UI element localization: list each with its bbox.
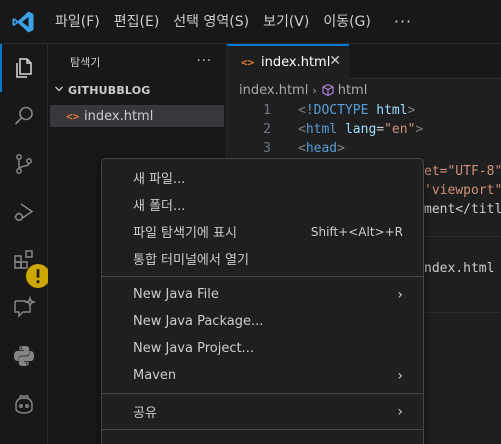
menu-separator [102,429,423,430]
chevron-right-icon: › [397,403,403,420]
menu-item-label: 새 파일... [133,172,186,187]
code-token: > [337,141,345,156]
sidebar-more-icon[interactable]: ··· [197,54,212,69]
context-menu-item[interactable]: 공유 › [102,398,423,425]
tab-index-html[interactable]: <> index.html ✕ [227,44,349,79]
sidebar-title: 탐색기 [70,55,101,69]
code-token: lang [344,122,377,137]
code-peek-line: et="UTF-8" [424,164,501,179]
explorer-icon[interactable] [0,44,48,92]
menu-separator [102,276,423,277]
code-token: "en" [384,122,416,137]
code-text: <!DOCTYPE html> [298,101,415,120]
context-menu-item[interactable]: New Java Project... [102,335,423,362]
chevron-right-icon: › [397,286,403,303]
code-peek-line: ndex.html D [424,261,495,276]
menu-go[interactable]: 이동(G) [316,8,378,36]
html-file-icon: <> [66,109,80,123]
code-token: > [407,103,416,118]
code-token: > [415,122,424,137]
menu-item-label: 새 폴더... [133,199,186,214]
code-token: < [298,141,306,156]
folder-name: GITHUBBLOG [68,83,151,97]
context-menu-item[interactable]: Maven › [102,362,423,389]
tab-bar: <> index.html ✕ [227,44,501,79]
code-token: < [298,122,306,137]
vscode-logo-icon [12,11,34,33]
code-peek-line: 'viewport" [424,183,501,198]
breadcrumb: index.html › html [227,79,501,101]
chat-icon[interactable] [0,284,48,332]
context-menu-item[interactable]: 새 파일... [102,164,423,191]
symbol-cube-icon [322,83,334,97]
line-number: 3 [263,141,271,156]
keybinding-label: Shift+<Alt>+R [310,224,403,239]
source-control-icon[interactable] [0,140,48,188]
menu-item-label: New Java Package... [133,314,264,329]
context-menu: 새 파일... 새 폴더... 파일 탐색기에 표시 Shift+<Alt>+R 통합 … [101,158,424,444]
menu-item-label: 공유 [133,406,157,421]
context-menu-item[interactable]: New Java Package... [102,308,423,335]
menu-item-label: 파일 탐색기에 표시 [133,226,237,241]
menu-edit[interactable]: 편집(E) [107,8,167,36]
context-menu-item[interactable]: 새 폴더... [102,191,423,218]
menu-bar: 파일(F) 편집(E) 선택 영역(S) 보기(V) 이동(G) ··· [48,0,422,44]
file-name: index.html [84,108,154,124]
code-token: html [305,122,338,137]
python-icon[interactable] [0,332,48,380]
close-icon[interactable]: ✕ [329,53,341,69]
context-menu-item[interactable]: 통합 터미널에서 열기 [102,245,423,272]
menu-more-icon[interactable]: ··· [384,8,422,36]
title-bar: 파일(F) 편집(E) 선택 영역(S) 보기(V) 이동(G) ··· [0,0,501,44]
menu-separator [102,393,423,394]
code-token: < [298,103,306,118]
code-token: html [376,103,408,118]
menu-selection[interactable]: 선택 영역(S) [166,8,256,36]
code-text: <html lang="en"> [298,120,423,139]
chevron-right-icon: › [397,367,403,384]
chevron-down-icon [54,84,68,97]
menu-item-label: Maven [133,368,177,383]
code-text: <head> [298,139,345,158]
line-number: 2 [263,122,271,137]
run-debug-icon[interactable] [0,188,48,236]
breadcrumb-separator-icon: › [312,83,317,97]
tab-label: index.html [261,55,331,70]
code-token: head [305,141,338,156]
menu-item-label: New Java Project... [133,341,254,356]
line-number: 1 [263,103,271,118]
folder-row[interactable]: GITHUBBLOG [48,79,226,101]
breadcrumb-symbol[interactable]: html [338,83,368,98]
copilot-icon[interactable] [0,380,48,428]
menu-file[interactable]: 파일(F) [48,8,107,36]
code-line[interactable]: 1 <!DOCTYPE html> [227,101,501,120]
menu-item-label: New Java File [133,287,219,302]
menu-view[interactable]: 보기(V) [256,8,316,36]
extensions-icon[interactable] [0,236,50,288]
html-file-icon: <> [241,56,255,69]
context-menu-item[interactable]: New Java File › [102,281,423,308]
sidebar-header: 탐색기 ··· [48,44,226,79]
breadcrumb-file[interactable]: index.html [239,83,308,98]
activity-bar [0,44,50,444]
context-menu-item[interactable]: 파일 탐색기에 표시 Shift+<Alt>+R [102,218,423,245]
search-icon[interactable] [0,92,48,140]
code-token: = [376,122,385,137]
code-token: !DOCTYPE [305,103,369,118]
code-line[interactable]: 2 <html lang="en"> [227,120,501,139]
file-item-index-html[interactable]: <> index.html [50,105,224,127]
code-editor[interactable]: 1 <!DOCTYPE html> 2 <html lang="en"> 3 <head> [227,101,501,158]
code-peek-line: ment</title [424,202,501,217]
menu-item-label: 통합 터미널에서 열기 [133,253,249,268]
code-line[interactable]: 3 <head> [227,139,501,158]
